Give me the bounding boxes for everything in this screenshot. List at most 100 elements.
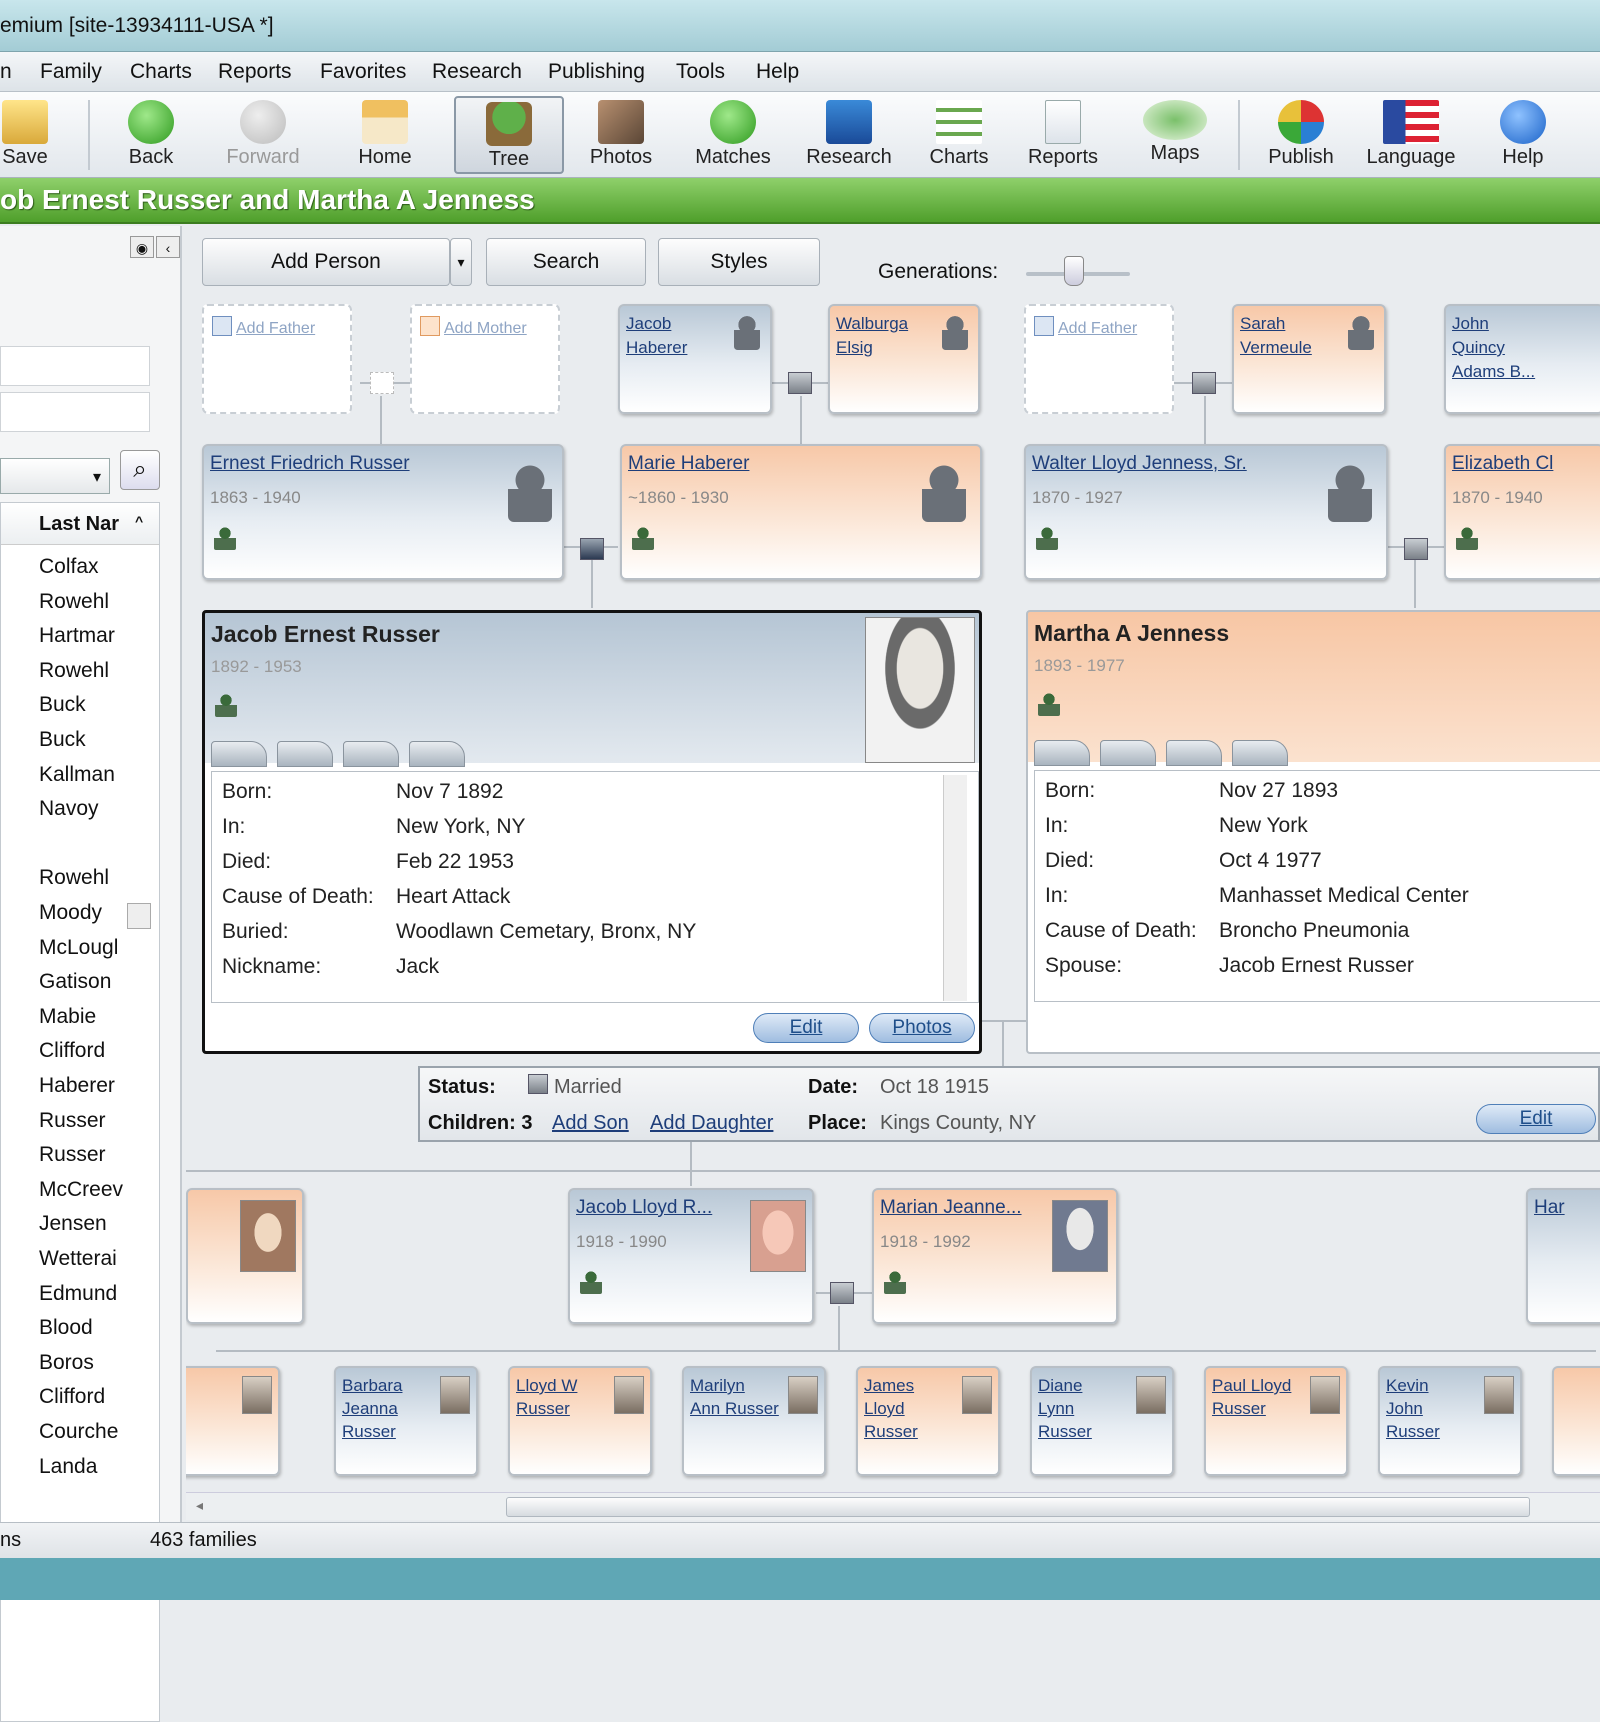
- search-button[interactable]: Search: [486, 238, 646, 286]
- menu-family[interactable]: Family: [40, 60, 102, 84]
- add-mother-card[interactable]: Add Mother: [410, 304, 560, 414]
- filter-combo[interactable]: ▾: [0, 458, 110, 494]
- pin-icon[interactable]: ◉: [130, 236, 154, 258]
- styles-button[interactable]: Styles: [658, 238, 820, 286]
- person-name-link[interactable]: Marie Haberer: [628, 452, 749, 476]
- grandchild-card[interactable]: [1552, 1366, 1600, 1476]
- tree-horizontal-scrollbar[interactable]: ◂: [186, 1492, 1600, 1520]
- facts-scrollbar[interactable]: [943, 775, 967, 1001]
- person-name-link[interactable]: Marilyn Ann Russer: [690, 1374, 779, 1420]
- marriage-marker[interactable]: [1404, 538, 1428, 560]
- photos-button[interactable]: Photos: [566, 96, 676, 174]
- marriage-marker[interactable]: [580, 538, 604, 560]
- person-name-link[interactable]: Har: [1534, 1196, 1565, 1220]
- publish-button[interactable]: Publish: [1246, 96, 1356, 174]
- list-scrollbar-thumb[interactable]: [127, 903, 151, 929]
- grandchild-card[interactable]: s usser: [186, 1366, 280, 1476]
- menu-publishing[interactable]: Publishing: [548, 60, 645, 84]
- list-item[interactable]: Hartmar: [39, 624, 115, 648]
- tab-facts[interactable]: [1034, 740, 1090, 766]
- help-button[interactable]: Help: [1468, 96, 1578, 174]
- marriage-marker[interactable]: [830, 1282, 854, 1304]
- add-person-button[interactable]: Add Person: [202, 238, 450, 286]
- tab-photos[interactable]: [1166, 740, 1222, 766]
- list-item[interactable]: Edmund: [39, 1282, 117, 1306]
- husband-card[interactable]: Jacob Ernest Russer 1892 - 1953 Born: Nov…: [202, 610, 982, 1054]
- list-item[interactable]: Courche: [39, 1420, 118, 1444]
- list-item[interactable]: Russer: [39, 1109, 106, 1133]
- save-button[interactable]: Save: [0, 96, 80, 174]
- add-mother-link[interactable]: Add Mother: [420, 316, 527, 338]
- person-card-jacob-lloyd[interactable]: Jacob Lloyd R... 1918 - 1990: [568, 1188, 814, 1324]
- grandchild-card[interactable]: Barbara Jeanna Russer: [334, 1366, 478, 1476]
- menu-reports[interactable]: Reports: [218, 60, 292, 84]
- person-name-link[interactable]: Kevin John Russer: [1386, 1374, 1440, 1443]
- grandchild-card[interactable]: Paul Lloyd Russer: [1204, 1366, 1348, 1476]
- language-button[interactable]: Language: [1356, 96, 1466, 174]
- collapse-icon[interactable]: ‹: [156, 236, 180, 258]
- first-name-field[interactable]: [0, 346, 150, 386]
- marriage-marker[interactable]: [788, 372, 812, 394]
- list-item[interactable]: Kallman: [39, 763, 115, 787]
- person-name-link[interactable]: James Lloyd Russer: [864, 1374, 918, 1443]
- generations-slider[interactable]: [1064, 256, 1084, 286]
- person-name-link[interactable]: Walter Lloyd Jenness, Sr.: [1032, 452, 1247, 476]
- person-name-link[interactable]: Walburga Elsig: [836, 312, 908, 360]
- list-item[interactable]: McLougl: [39, 936, 118, 960]
- person-card-child-right[interactable]: Har: [1526, 1188, 1600, 1324]
- grandchild-card[interactable]: James Lloyd Russer: [856, 1366, 1000, 1476]
- person-name-link[interactable]: Marian Jeanne...: [880, 1196, 1022, 1220]
- list-item[interactable]: Blood: [39, 1316, 93, 1340]
- add-daughter-link[interactable]: Add Daughter: [650, 1112, 773, 1135]
- list-item[interactable]: Gatison: [39, 970, 111, 994]
- matches-button[interactable]: Matches: [678, 96, 788, 174]
- husband-photos-button[interactable]: Photos: [869, 1013, 975, 1043]
- grandchild-card[interactable]: Marilyn Ann Russer: [682, 1366, 826, 1476]
- husband-edit-button[interactable]: Edit: [753, 1013, 859, 1043]
- scrollbar-thumb[interactable]: [506, 1497, 1530, 1517]
- tab-media[interactable]: [409, 741, 465, 767]
- person-name-link[interactable]: Jacob Lloyd R...: [576, 1196, 712, 1220]
- grandchild-card[interactable]: Kevin John Russer: [1378, 1366, 1522, 1476]
- person-card-marie-haberer[interactable]: Marie Haberer ~1860 - 1930: [620, 444, 982, 580]
- marriage-marker[interactable]: [1192, 372, 1216, 394]
- tree-button[interactable]: Tree: [454, 96, 564, 174]
- list-item[interactable]: Landa: [39, 1455, 97, 1479]
- tab-notes[interactable]: [1100, 740, 1156, 766]
- menu-research[interactable]: Research: [432, 60, 522, 84]
- list-item[interactable]: Wetterai: [39, 1247, 117, 1271]
- list-item[interactable]: Rowehl: [39, 659, 109, 683]
- list-item[interactable]: Buck: [39, 693, 86, 717]
- list-item[interactable]: Clifford: [39, 1039, 105, 1063]
- add-father-card[interactable]: Add Father: [202, 304, 352, 414]
- list-item[interactable]: Boros: [39, 1351, 94, 1375]
- person-name-link[interactable]: Ernest Friedrich Russer: [210, 452, 410, 476]
- reports-button[interactable]: Reports: [1008, 96, 1118, 174]
- family-edit-button[interactable]: Edit: [1476, 1104, 1596, 1134]
- list-item[interactable]: Rowehl: [39, 590, 109, 614]
- person-card-marian-jeanne[interactable]: Marian Jeanne... 1918 - 1992: [872, 1188, 1118, 1324]
- list-item[interactable]: Jensen: [39, 1212, 107, 1236]
- list-item[interactable]: Navoy: [39, 797, 99, 821]
- grandchild-card[interactable]: Diane Lynn Russer: [1030, 1366, 1174, 1476]
- add-person-dropdown[interactable]: ▾: [450, 238, 472, 286]
- menu-charts[interactable]: Charts: [130, 60, 192, 84]
- scroll-left-arrow-icon[interactable]: ◂: [196, 1497, 203, 1514]
- person-card-elizabeth[interactable]: Elizabeth Cl 1870 - 1940: [1444, 444, 1600, 580]
- maps-button[interactable]: Maps: [1120, 96, 1230, 174]
- back-button[interactable]: Back: [96, 96, 206, 174]
- person-name-link[interactable]: John Quincy Adams B...: [1452, 312, 1535, 384]
- tab-notes[interactable]: [277, 741, 333, 767]
- husband-photo[interactable]: [865, 617, 975, 763]
- person-card-jacob-haberer[interactable]: Jacob Haberer: [618, 304, 772, 414]
- tab-facts[interactable]: [211, 741, 267, 767]
- person-card-sarah-vermeule[interactable]: Sarah Vermeule: [1232, 304, 1386, 414]
- tab-photos[interactable]: [343, 741, 399, 767]
- add-father-card[interactable]: Add Father: [1024, 304, 1174, 414]
- person-card-walter-lloyd-jenness[interactable]: Walter Lloyd Jenness, Sr. 1870 - 1927: [1024, 444, 1388, 580]
- menu-favorites[interactable]: Favorites: [320, 60, 406, 84]
- person-card-child-left[interactable]: [186, 1188, 304, 1324]
- person-card-ernest-friedrich-russer[interactable]: Ernest Friedrich Russer 1863 - 1940: [202, 444, 564, 580]
- person-name-link[interactable]: Jacob Haberer: [626, 312, 687, 360]
- person-name-link[interactable]: Sarah Vermeule: [1240, 312, 1312, 360]
